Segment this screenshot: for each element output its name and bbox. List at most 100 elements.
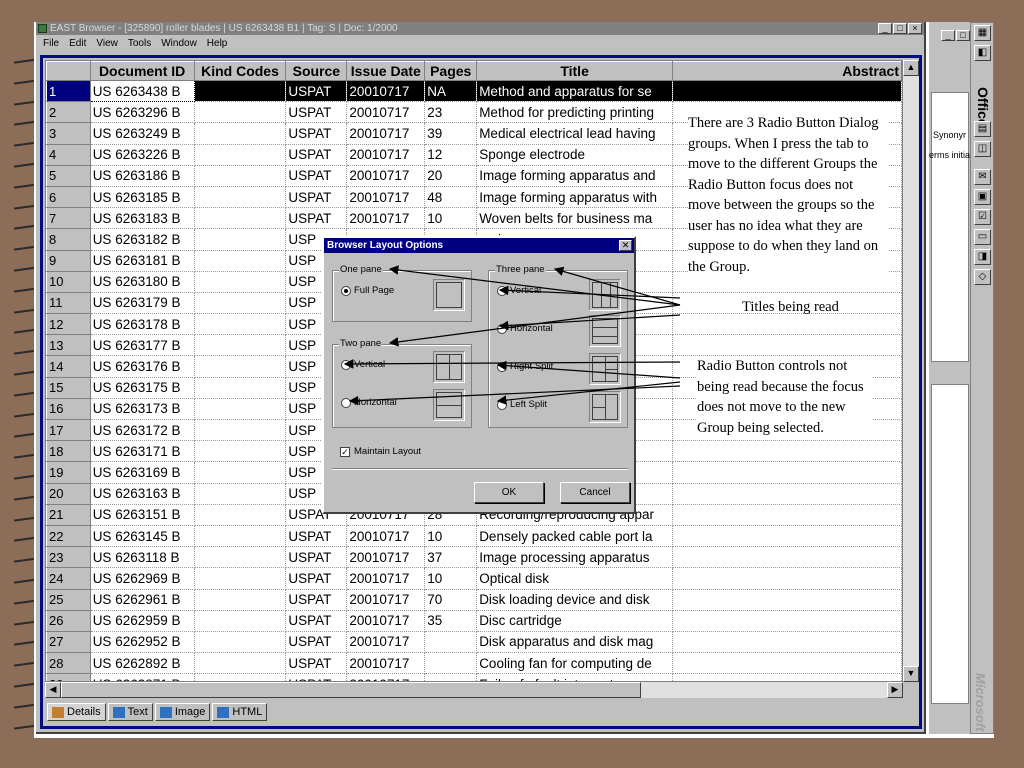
table-cell[interactable]: US 6263181 B [90, 250, 195, 272]
table-cell[interactable]: US 6263182 B [90, 228, 195, 251]
abstract-cell[interactable] [672, 504, 902, 526]
table-cell[interactable]: USPAT [285, 101, 348, 124]
minimize-button[interactable]: _ [878, 23, 892, 34]
table-cell[interactable] [194, 589, 287, 611]
table-cell[interactable]: 37 [424, 546, 478, 569]
abstract-cell[interactable] [672, 652, 902, 675]
table-row[interactable]: 27 US 6262952 B USPAT 20010717 Disk apparatu… [46, 630, 902, 654]
table-cell[interactable]: US 6263171 B [90, 440, 195, 463]
table-cell[interactable]: US 6263145 B [90, 525, 195, 548]
table-cell[interactable]: USPAT [285, 186, 348, 209]
table-cell[interactable] [424, 652, 478, 675]
side-maximize-button[interactable]: □ [956, 30, 970, 41]
table-cell[interactable]: Medical electrical lead having [476, 122, 674, 145]
table-cell[interactable]: 48 [424, 186, 478, 209]
row-number[interactable]: 5 [46, 164, 91, 187]
table-cell[interactable] [194, 101, 287, 124]
column-header[interactable]: Document ID [89, 61, 195, 81]
table-cell[interactable]: 20010717 [346, 525, 426, 548]
grid-vertical-scrollbar[interactable]: ▲ ▼ [903, 60, 919, 682]
row-number[interactable]: 15 [46, 376, 91, 399]
table-cell[interactable]: US 6263296 B [90, 101, 195, 124]
row-number[interactable]: 23 [46, 546, 91, 569]
table-cell[interactable]: US 6263438 B [89, 79, 195, 103]
table-cell[interactable] [194, 228, 287, 251]
table-cell[interactable] [194, 504, 287, 526]
cancel-button[interactable]: Cancel [560, 482, 630, 503]
table-cell[interactable]: US 6263169 B [90, 461, 195, 484]
table-cell[interactable]: Disk apparatus and disk mag [476, 631, 674, 654]
scroll-left-arrow-icon[interactable]: ◀ [45, 682, 61, 698]
column-header[interactable]: Pages [424, 61, 478, 81]
row-number[interactable]: 9 [46, 249, 91, 272]
table-row[interactable]: 24 US 6262969 B USPAT 20010717 10 Optical dis… [46, 567, 902, 590]
table-cell[interactable] [194, 398, 287, 421]
left-split-radio[interactable]: Left Split [497, 399, 547, 410]
table-cell[interactable] [194, 186, 287, 209]
table-cell[interactable] [194, 144, 287, 166]
table-cell[interactable] [194, 377, 287, 399]
column-header[interactable]: Abstract [672, 61, 902, 81]
table-cell[interactable] [194, 525, 287, 548]
table-cell[interactable]: US 6263185 B [90, 186, 195, 209]
table-cell[interactable]: US 6263175 B [90, 377, 195, 399]
abstract-cell[interactable] [672, 525, 902, 548]
table-cell[interactable]: 20010717 [346, 144, 426, 166]
table-cell[interactable]: USPAT [285, 546, 348, 569]
calendar-icon[interactable]: ▣ [974, 189, 991, 205]
full-page-radio[interactable]: Full Page [341, 285, 394, 296]
table-cell[interactable]: USPAT [285, 589, 348, 611]
row-number[interactable]: 8 [46, 228, 91, 251]
table-cell[interactable]: Cooling fan for computing de [476, 652, 674, 675]
table-cell[interactable]: US 6263178 B [90, 313, 195, 336]
row-number[interactable]: 12 [46, 313, 91, 336]
office-app-icon-2[interactable]: ◫ [974, 141, 991, 157]
table-cell[interactable]: USPAT [285, 207, 348, 230]
table-cell[interactable] [194, 652, 287, 675]
maximize-button[interactable]: □ [893, 23, 907, 34]
table-cell[interactable] [424, 673, 478, 681]
row-number[interactable]: 27 [46, 630, 91, 654]
abstract-cell[interactable] [672, 546, 902, 569]
row-number[interactable]: 6 [46, 185, 91, 209]
row-number[interactable]: 1 [46, 79, 91, 103]
table-cell[interactable]: USPAT [285, 144, 348, 166]
table-row[interactable]: 29US 6262871 B USPAT20010717 Fail-safe fau… [46, 673, 902, 681]
table-cell[interactable]: US 6262871 B [90, 673, 195, 681]
menu-help[interactable]: Help [202, 38, 233, 49]
table-cell[interactable] [194, 292, 287, 315]
table-cell[interactable] [194, 673, 287, 681]
row-number[interactable]: 4 [46, 143, 91, 166]
two-pane-vertical-radio[interactable]: Vertical [341, 359, 385, 370]
table-cell[interactable]: US 6262959 B [90, 610, 195, 632]
tab-html[interactable]: HTML [212, 703, 268, 721]
tasks-icon[interactable]: ☑ [974, 209, 991, 225]
row-number[interactable]: 17 [46, 418, 91, 442]
contacts-icon[interactable]: ▭ [974, 229, 991, 245]
window-titlebar[interactable]: EAST Browser - [325890] roller blades | … [36, 22, 924, 35]
row-number[interactable]: 2 [46, 101, 91, 124]
journal-icon[interactable]: ◨ [974, 249, 991, 265]
row-number[interactable]: 28 [46, 652, 91, 675]
table-cell[interactable]: 20010717 [346, 652, 426, 675]
tab-image[interactable]: Image [154, 703, 211, 721]
table-cell[interactable]: US 6263172 B [90, 419, 195, 442]
table-cell[interactable]: 20 [424, 165, 478, 187]
table-cell[interactable]: Woven belts for business ma [476, 207, 674, 230]
table-cell[interactable]: 35 [424, 610, 478, 632]
table-cell[interactable]: USPAT [285, 631, 348, 654]
table-cell[interactable]: USPAT [285, 165, 348, 187]
row-number[interactable]: 19 [46, 461, 91, 484]
abstract-cell[interactable] [672, 483, 902, 505]
table-cell[interactable]: US 6262952 B [90, 631, 195, 654]
table-cell[interactable]: US 6263118 B [90, 546, 195, 569]
table-cell[interactable]: 20010717 [346, 546, 426, 569]
right-split-radio[interactable]: Right Split [497, 361, 553, 372]
menu-view[interactable]: View [91, 38, 123, 49]
abstract-cell[interactable] [672, 631, 902, 654]
table-cell[interactable] [194, 355, 287, 378]
column-header[interactable]: Issue Date [346, 61, 426, 81]
abstract-cell[interactable] [672, 334, 902, 357]
table-cell[interactable]: 20010717 [346, 80, 426, 103]
table-cell[interactable] [194, 334, 287, 357]
